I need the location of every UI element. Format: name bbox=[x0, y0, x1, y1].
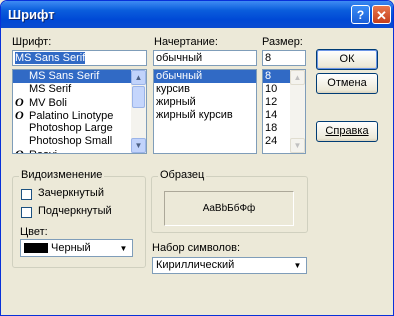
color-value: Черный bbox=[51, 242, 91, 254]
font-list-item-label: MS Sans Serif bbox=[29, 70, 100, 82]
sample-preview: AaBbБбФф bbox=[164, 191, 294, 226]
size-list-item-label: 24 bbox=[265, 135, 278, 147]
size-list[interactable]: 8 10 12 14 18 24 ▲ ▼ bbox=[262, 69, 306, 154]
style-list-item[interactable]: курсив bbox=[154, 83, 256, 96]
font-list-item[interactable]: O Raavi bbox=[13, 148, 131, 154]
size-list-scrollbar[interactable]: ▲ ▼ bbox=[290, 70, 305, 153]
font-dialog: Шрифт ? ✕ Шрифт: MS Sans Serif MS Sans S… bbox=[0, 0, 394, 316]
style-list[interactable]: обычный курсив жирный жирный курсив bbox=[153, 69, 257, 154]
font-list-item-label: MS Serif bbox=[29, 83, 72, 95]
font-list-item[interactable]: Photoshop Small bbox=[13, 135, 131, 148]
window-title: Шрифт bbox=[8, 7, 55, 22]
style-list-item-label: обычный bbox=[156, 70, 203, 82]
cancel-button[interactable]: Отмена bbox=[316, 73, 378, 94]
script-select[interactable]: Кириллический ▼ bbox=[152, 257, 307, 274]
scroll-down-icon[interactable]: ▼ bbox=[290, 138, 305, 153]
size-list-item-label: 10 bbox=[265, 83, 278, 95]
help-title-button[interactable]: ? bbox=[351, 5, 370, 24]
font-list-item-label: Raavi bbox=[29, 149, 57, 153]
effects-title: Видоизменение bbox=[19, 169, 105, 181]
size-list-item-label: 18 bbox=[265, 122, 278, 134]
font-label: Шрифт: bbox=[12, 36, 52, 48]
scroll-up-icon[interactable]: ▲ bbox=[131, 70, 146, 85]
opentype-font-icon: O bbox=[15, 108, 24, 122]
sample-text: AaBbБбФф bbox=[202, 203, 256, 214]
style-list-item[interactable]: обычный bbox=[154, 70, 256, 83]
opentype-font-icon: O bbox=[15, 147, 24, 154]
font-list-item[interactable]: O Palatino Linotype bbox=[13, 108, 131, 123]
sample-title: Образец bbox=[158, 169, 207, 181]
color-swatch bbox=[24, 243, 48, 253]
help-button-label: Справка bbox=[325, 125, 369, 137]
font-list-item-label: MV Boli bbox=[29, 97, 67, 109]
size-value: 8 bbox=[265, 52, 272, 64]
font-list-item-label: Photoshop Small bbox=[29, 135, 113, 147]
title-bar[interactable]: Шрифт ? ✕ bbox=[1, 1, 393, 28]
font-name-value: MS Sans Serif bbox=[15, 52, 86, 64]
scroll-up-icon[interactable]: ▲ bbox=[290, 70, 305, 85]
ok-button[interactable]: ОК bbox=[316, 49, 378, 70]
font-list-item[interactable]: MS Sans Serif bbox=[13, 70, 131, 83]
size-list-item[interactable]: 10 bbox=[263, 83, 290, 96]
size-list-item-label: 14 bbox=[265, 109, 278, 121]
style-value: обычный bbox=[156, 52, 203, 64]
font-name-input[interactable]: MS Sans Serif bbox=[12, 50, 147, 66]
scroll-down-icon[interactable]: ▼ bbox=[131, 138, 146, 153]
strikeout-checkbox[interactable] bbox=[21, 189, 32, 200]
strikeout-label[interactable]: Зачеркнутый bbox=[38, 187, 104, 199]
font-list-scrollbar[interactable]: ▲ ▼ bbox=[131, 70, 146, 153]
style-list-item-label: курсив bbox=[156, 83, 190, 95]
size-list-item-label: 8 bbox=[265, 70, 272, 82]
color-label: Цвет: bbox=[20, 226, 48, 238]
script-value: Кириллический bbox=[156, 259, 235, 271]
script-label: Набор символов: bbox=[152, 242, 241, 254]
style-list-item[interactable]: жирный курсив bbox=[154, 109, 256, 122]
style-label: Начертание: bbox=[154, 36, 218, 48]
font-list-item[interactable]: Photoshop Large bbox=[13, 122, 131, 135]
color-select[interactable]: Черный ▼ bbox=[20, 239, 133, 257]
font-list-item[interactable]: MS Serif bbox=[13, 83, 131, 96]
font-list-item-label: Photoshop Large bbox=[29, 122, 113, 134]
size-list-item[interactable]: 12 bbox=[263, 96, 290, 109]
size-list-item[interactable]: 18 bbox=[263, 122, 290, 135]
font-list[interactable]: MS Sans Serif MS Serif O MV Boli O Palatino L… bbox=[12, 69, 147, 154]
chevron-down-icon[interactable]: ▼ bbox=[290, 259, 305, 272]
font-list-item-label: Palatino Linotype bbox=[29, 110, 114, 122]
style-list-item-label: жирный bbox=[156, 96, 196, 108]
chevron-down-icon[interactable]: ▼ bbox=[116, 242, 131, 255]
size-input[interactable]: 8 bbox=[262, 50, 306, 66]
style-input[interactable]: обычный bbox=[153, 50, 257, 66]
font-list-item[interactable]: O MV Boli bbox=[13, 96, 131, 110]
underline-label[interactable]: Подчеркнутый bbox=[38, 205, 112, 217]
size-list-item[interactable]: 14 bbox=[263, 109, 290, 122]
size-list-item[interactable]: 24 bbox=[263, 135, 290, 148]
style-list-item[interactable]: жирный bbox=[154, 96, 256, 109]
close-button[interactable]: ✕ bbox=[372, 5, 391, 24]
help-button[interactable]: Справка bbox=[316, 121, 378, 142]
scroll-thumb[interactable] bbox=[132, 86, 145, 108]
size-list-item-label: 12 bbox=[265, 96, 278, 108]
size-list-item[interactable]: 8 bbox=[263, 70, 290, 83]
size-label: Размер: bbox=[262, 36, 303, 48]
underline-checkbox[interactable] bbox=[21, 207, 32, 218]
style-list-item-label: жирный курсив bbox=[156, 109, 233, 121]
